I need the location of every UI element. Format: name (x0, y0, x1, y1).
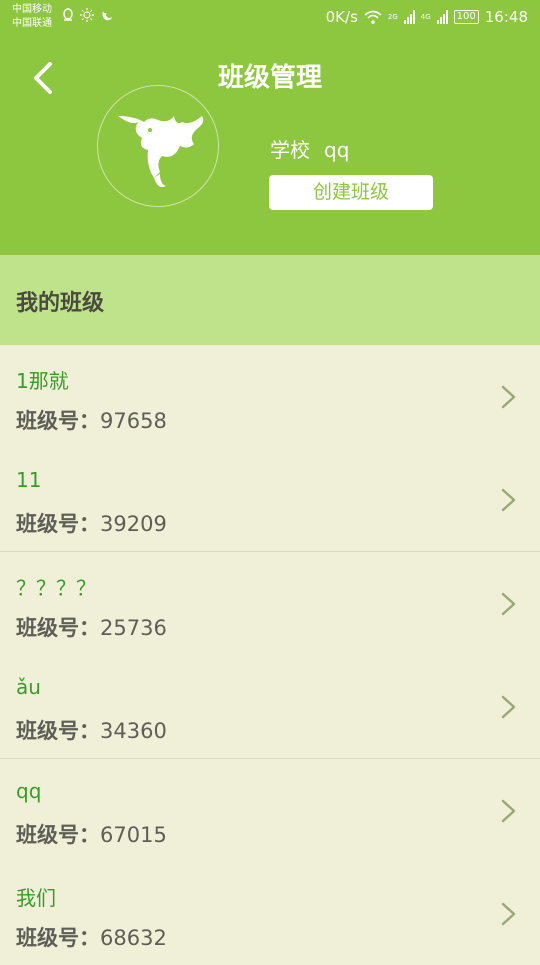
sim2-tag: 4G (420, 13, 431, 21)
class-name: 11 (16, 468, 42, 492)
school-info: 学校 qq (270, 134, 349, 163)
carrier-labels: 中国移动 中国联通 (12, 3, 52, 31)
class-number-label: 班级号： (16, 512, 100, 536)
signal-icon (403, 10, 415, 24)
class-number: 班级号：97658 (16, 405, 167, 435)
school-label: 学校 (270, 138, 310, 162)
class-number-value: 67015 (100, 823, 167, 847)
dragon-avatar (118, 116, 204, 187)
class-number-label: 班级号： (16, 616, 100, 640)
signal-icon (436, 10, 448, 24)
class-number: 班级号：25736 (16, 612, 167, 642)
class-item[interactable]: qq 班级号：67015 (0, 758, 540, 862)
class-number: 班级号：39209 (16, 508, 167, 538)
class-number-label: 班级号： (16, 926, 100, 950)
net-speed: 0K/s (325, 8, 358, 26)
class-name: ？？？？ (16, 576, 96, 600)
wifi-icon (364, 10, 382, 24)
chevron-right-icon (501, 695, 516, 719)
class-item[interactable]: ？？？？ 班级号：25736 (0, 551, 540, 655)
chevron-right-icon (501, 488, 516, 512)
school-value: qq (324, 138, 350, 162)
qq-icon (63, 8, 73, 21)
class-number-label: 班级号： (16, 409, 100, 433)
status-right: 0K/s 2G 4G 100 16:48 (326, 8, 528, 26)
carrier-2: 中国联通 (12, 18, 52, 29)
class-list: 1那就 班级号：97658 11 班级号：39209 ？？？？ 班级号：2573… (0, 345, 540, 965)
class-name: 1那就 (16, 369, 69, 393)
carrier-1: 中国移动 (12, 4, 52, 15)
status-bar: 中国移动 中国联通 0K/s 2G 4G 100 16:48 (0, 0, 540, 36)
class-number: 班级号：34360 (16, 715, 167, 745)
chevron-right-icon (501, 799, 516, 823)
chevron-right-icon (501, 592, 516, 616)
uc-browser-icon (102, 11, 112, 21)
class-number-label: 班级号： (16, 719, 100, 743)
battery-icon: 100 (453, 10, 479, 24)
brightness-icon (80, 8, 94, 22)
avatar[interactable] (97, 85, 219, 207)
class-number-value: 97658 (100, 409, 167, 433)
page-title: 班级管理 (217, 63, 322, 93)
my-classes-header: 我的班级 (0, 255, 540, 345)
class-number-value: 34360 (100, 719, 167, 743)
class-number-value: 68632 (100, 926, 167, 950)
notification-icons (62, 8, 114, 22)
class-number: 班级号：67015 (16, 819, 167, 849)
header: 中国移动 中国联通 0K/s 2G 4G 100 16:48 班级管理 学校 q… (0, 0, 540, 255)
class-item[interactable]: ǎu 班级号：34360 (0, 655, 540, 758)
class-number-value: 25736 (100, 616, 167, 640)
clock: 16:48 (484, 8, 528, 26)
class-name: qq (16, 779, 42, 803)
class-number: 班级号：68632 (16, 922, 167, 952)
section-title: 我的班级 (16, 291, 105, 316)
class-name: 我们 (16, 886, 56, 910)
chevron-right-icon (501, 902, 516, 926)
class-item[interactable]: 1那就 班级号：97658 (0, 345, 540, 448)
class-name: ǎu (16, 675, 41, 699)
class-item[interactable]: 11 班级号：39209 (0, 448, 540, 551)
class-item[interactable]: 我们 班级号：68632 (0, 862, 540, 965)
create-class-button[interactable]: 创建班级 (269, 175, 433, 210)
chevron-right-icon (501, 385, 516, 409)
class-number-label: 班级号： (16, 823, 100, 847)
sim1-tag: 2G (387, 13, 398, 21)
class-number-value: 39209 (100, 512, 167, 536)
